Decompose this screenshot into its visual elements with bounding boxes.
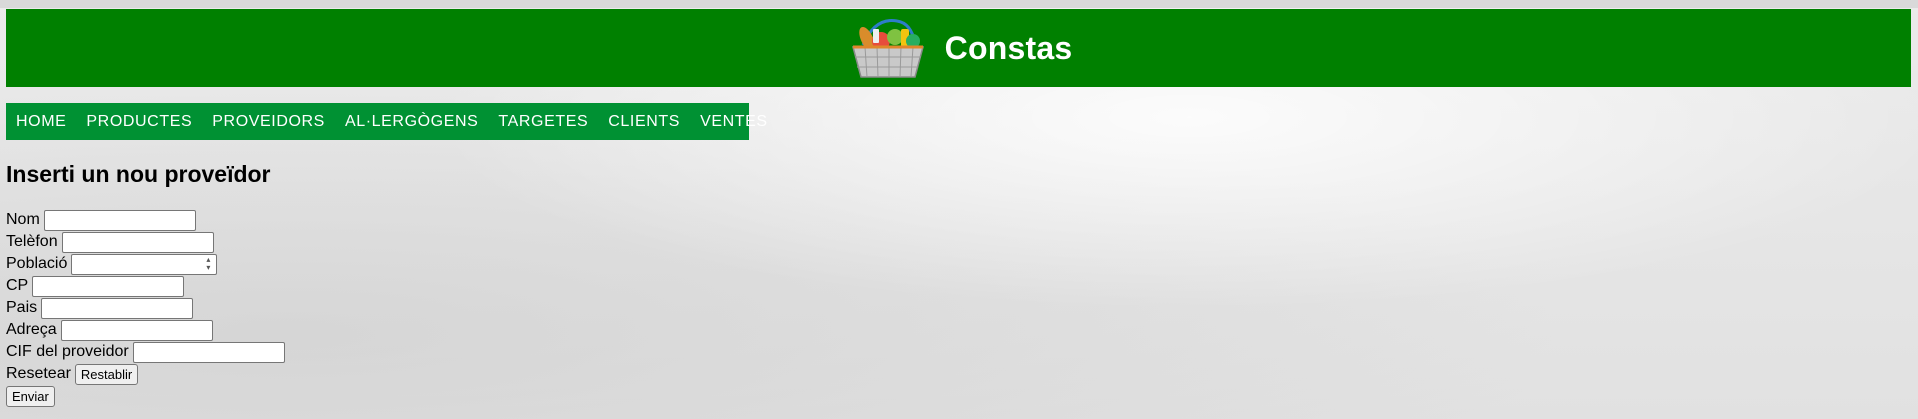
cp-input[interactable] — [32, 275, 185, 297]
form-row-pais: Pais — [6, 297, 285, 319]
form-row-nom: Nom — [6, 209, 285, 231]
nom-input[interactable] — [43, 209, 196, 231]
form-row-reset: Resetear Restablir — [6, 363, 285, 385]
supplier-form: Nom Telèfon Població ▴ ▾ CP Pais Adreça C… — [6, 209, 285, 407]
form-row-adreca: Adreça — [6, 319, 285, 341]
nav-item-allergogens[interactable]: AL·LERGÒGENS — [345, 113, 478, 131]
page-title: Inserti un nou proveïdor — [6, 161, 271, 187]
pais-input[interactable] — [41, 297, 194, 319]
pais-label: Pais — [6, 299, 38, 316]
shopping-basket-icon — [851, 19, 924, 78]
telefon-label: Telèfon — [6, 233, 58, 250]
main-nav: HOME PRODUCTES PROVEIDORS AL·LERGÒGENS T… — [6, 103, 767, 140]
nav-item-targetes[interactable]: TARGETES — [498, 113, 588, 131]
adreca-label: Adreça — [6, 321, 57, 338]
nav-item-ventes[interactable]: VENTES — [700, 113, 768, 131]
reset-button[interactable]: Restablir — [74, 363, 139, 385]
cif-label: CIF del proveidor — [6, 343, 129, 360]
window-top-strip — [0, 0, 1918, 8]
telefon-input[interactable] — [61, 231, 214, 253]
site-header: Constas — [6, 9, 1911, 87]
nom-label: Nom — [6, 211, 40, 228]
poblacio-number-input[interactable]: ▴ ▾ — [71, 253, 218, 275]
cp-label: CP — [6, 277, 29, 294]
nav-item-productes[interactable]: PRODUCTES — [86, 113, 192, 131]
poblacio-label: Població — [6, 255, 68, 272]
form-row-poblacio: Població ▴ ▾ — [6, 253, 285, 275]
adreca-input[interactable] — [60, 319, 213, 341]
submit-button[interactable]: Enviar — [6, 385, 55, 407]
nav-item-clients[interactable]: CLIENTS — [608, 113, 680, 131]
spinner-arrows-icon[interactable]: ▴ ▾ — [202, 255, 214, 272]
form-row-telefon: Telèfon — [6, 231, 285, 253]
form-row-submit: Enviar — [6, 385, 285, 407]
nav-item-proveidors[interactable]: PROVEIDORS — [212, 113, 325, 131]
cif-input[interactable] — [132, 341, 285, 363]
reset-label: Resetear — [6, 365, 71, 382]
form-row-cif: CIF del proveidor — [6, 341, 285, 363]
site-title: Constas — [944, 29, 1073, 66]
nav-item-home[interactable]: HOME — [16, 113, 66, 131]
form-row-cp: CP — [6, 275, 285, 297]
